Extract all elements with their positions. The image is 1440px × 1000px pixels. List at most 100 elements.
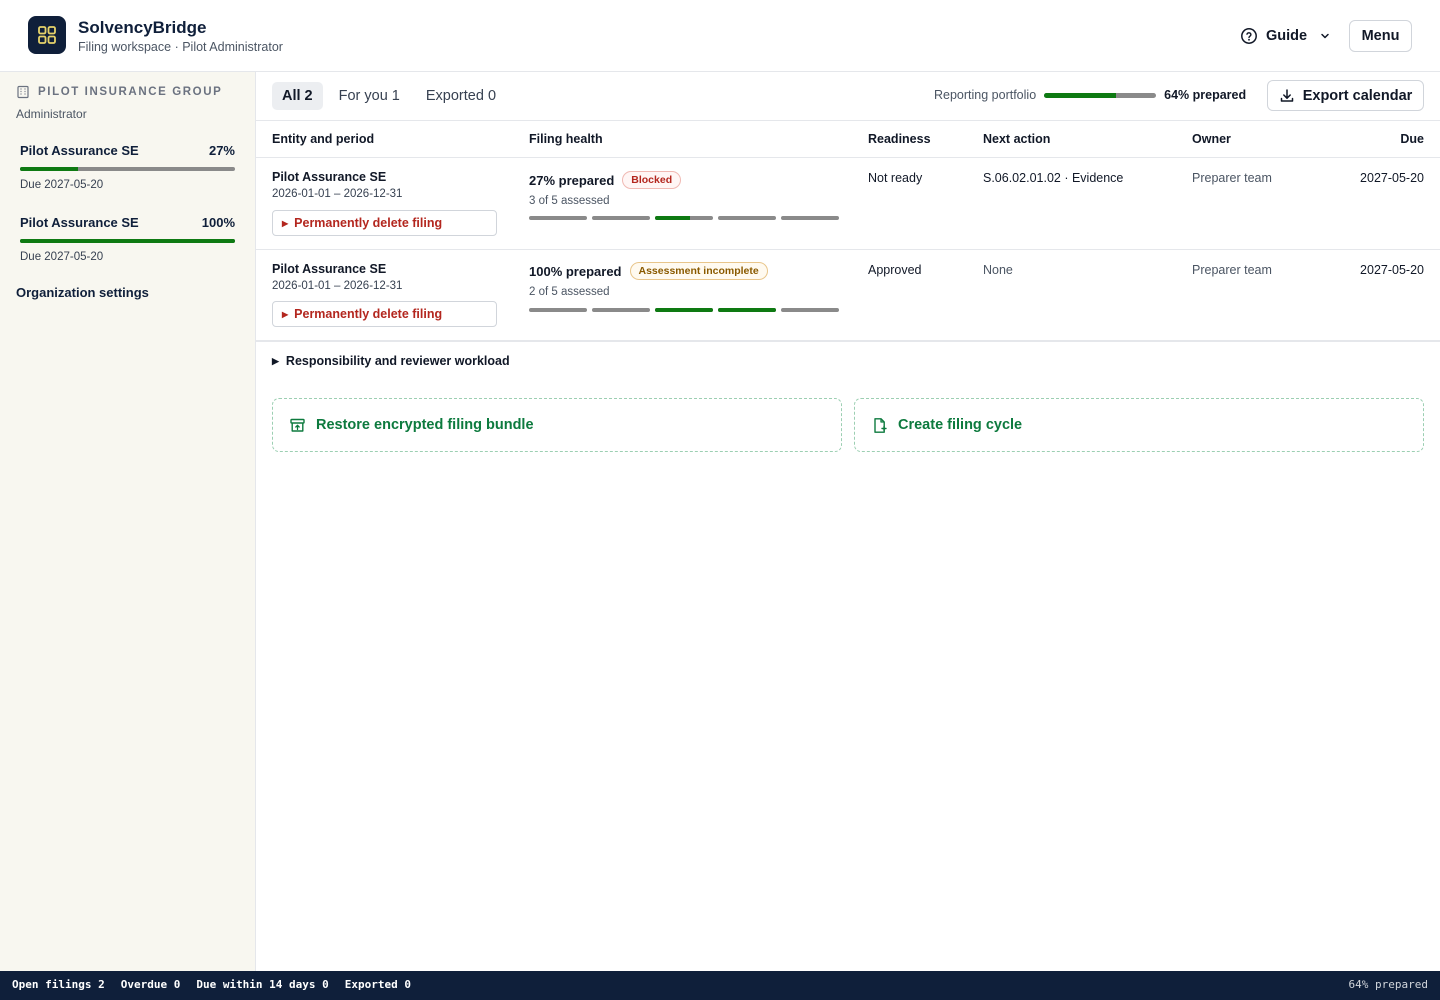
responsibility-label: Responsibility and reviewer workload <box>285 354 510 368</box>
triangle-right-icon: ▶ <box>282 218 289 228</box>
table-header: Entity and period Filing health Readines… <box>256 120 1440 158</box>
file-plus-icon <box>874 417 887 433</box>
column-due: Due <box>1400 132 1424 146</box>
assessed-count: 3 of 5 assessed <box>529 195 610 207</box>
help-circle-icon <box>1241 28 1257 44</box>
readiness-cell: Approved <box>868 263 922 277</box>
status-bar: Open filings 2 Overdue 0 Due within 14 d… <box>0 971 1440 1000</box>
delete-filing-button[interactable]: ▶ Permanently delete filing <box>272 301 497 327</box>
app-logo[interactable] <box>28 16 66 54</box>
health-segment <box>781 216 839 220</box>
column-readiness: Readiness <box>868 132 931 146</box>
tab-all[interactable]: All 2 <box>272 82 323 110</box>
health-percent: 27% prepared <box>529 172 615 188</box>
app-subtitle: Filing workspace · Pilot Administrator <box>78 40 283 54</box>
delete-filing-label: Permanently delete filing <box>294 307 443 321</box>
sidebar-progress-bar <box>20 239 235 243</box>
status-badge: Blocked <box>622 171 682 189</box>
health-segment <box>655 308 713 312</box>
portfolio-label: Reporting portfolio <box>934 88 1037 102</box>
status-prepared: 64% prepared <box>1348 978 1428 991</box>
create-filing-cycle-label: Create filing cycle <box>898 417 1023 433</box>
org-name: PILOT INSURANCE GROUP <box>38 86 223 98</box>
export-calendar-label: Export calendar <box>1302 87 1413 104</box>
due-cell: 2027-05-20 <box>1360 171 1424 185</box>
tab-exported[interactable]: Exported 0 <box>416 82 506 110</box>
entity-cell: Pilot Assurance SE 2026-01-01 – 2026-12-… <box>272 262 402 292</box>
restore-bundle-label: Restore encrypted filing bundle <box>316 417 534 433</box>
sidebar-filing-item[interactable]: Pilot Assurance SE 27% Due 2027-05-20 <box>20 143 235 191</box>
table-row[interactable]: Pilot Assurance SE 2026-01-01 – 2026-12-… <box>256 158 1440 250</box>
sidebar-filing-pct: 27% <box>208 143 235 158</box>
health-segment <box>529 216 587 220</box>
owner-cell: Preparer team <box>1192 171 1272 185</box>
entity-period: 2026-01-01 – 2026-12-31 <box>272 280 403 292</box>
filter-tabs: All 2 For you 1 Exported 0 <box>272 82 506 110</box>
status-overdue: Overdue 0 <box>120 978 181 991</box>
health-cell: 27% prepared Blocked 3 of 5 assessed <box>529 171 682 207</box>
sidebar-filing-item[interactable]: Pilot Assurance SE 100% Due 2027-05-20 <box>20 215 235 263</box>
entity-name: Pilot Assurance SE <box>272 170 387 184</box>
entity-cell: Pilot Assurance SE 2026-01-01 – 2026-12-… <box>272 170 402 200</box>
grid-icon <box>38 26 56 44</box>
app-header: SolvencyBridge Filing workspace · Pilot … <box>0 0 1440 72</box>
responsibility-disclosure[interactable]: ▶ Responsibility and reviewer workload <box>272 354 510 368</box>
sidebar-filing-name: Pilot Assurance SE <box>20 215 139 230</box>
download-icon <box>1280 88 1293 102</box>
status-open-filings: Open filings 2 <box>12 978 105 991</box>
health-segment <box>592 216 650 220</box>
health-segment <box>718 308 776 312</box>
triangle-right-icon: ▶ <box>282 309 289 319</box>
org-header: PILOT INSURANCE GROUP <box>16 85 222 99</box>
guide-label: Guide <box>1266 28 1308 44</box>
next-action-cell: None <box>983 263 1013 277</box>
health-segments <box>529 216 839 220</box>
delete-filing-label: Permanently delete filing <box>294 216 443 230</box>
table-row[interactable]: Pilot Assurance SE 2026-01-01 – 2026-12-… <box>256 250 1440 342</box>
owner-cell: Preparer team <box>1192 263 1272 277</box>
sidebar: PILOT INSURANCE GROUP Administrator Pilo… <box>0 72 256 971</box>
column-owner: Owner <box>1192 132 1231 146</box>
organization-settings-link[interactable]: Organization settings <box>16 285 149 300</box>
health-segment <box>592 308 650 312</box>
sidebar-filing-due: Due 2027-05-20 <box>20 251 104 263</box>
org-role: Administrator <box>16 107 87 121</box>
column-entity: Entity and period <box>272 132 375 146</box>
status-exported: Exported 0 <box>344 978 412 991</box>
sidebar-progress-bar <box>20 167 235 171</box>
sidebar-filing-name: Pilot Assurance SE <box>20 143 139 158</box>
portfolio-progress-bar <box>1044 92 1157 98</box>
archive-icon <box>290 418 305 432</box>
building-icon <box>17 85 29 99</box>
next-action-cell[interactable]: S.06.02.01.02 · Evidence <box>983 171 1123 185</box>
triangle-right-icon: ▶ <box>272 355 279 366</box>
export-calendar-button[interactable]: Export calendar <box>1267 80 1424 111</box>
health-segment <box>781 308 839 312</box>
readiness-cell: Not ready <box>868 171 923 185</box>
restore-bundle-button[interactable]: Restore encrypted filing bundle <box>272 398 842 452</box>
health-segment <box>529 308 587 312</box>
create-filing-cycle-button[interactable]: Create filing cycle <box>854 398 1424 452</box>
health-cell: 100% prepared Assessment incomplete 2 of… <box>529 262 768 298</box>
sidebar-filing-due: Due 2027-05-20 <box>20 179 104 191</box>
portfolio-progress-text: 64% prepared <box>1164 88 1247 102</box>
sidebar-filing-pct: 100% <box>201 215 235 230</box>
menu-button[interactable]: Menu <box>1349 20 1412 52</box>
reporting-portfolio: Reporting portfolio 64% prepared <box>934 88 1246 102</box>
due-cell: 2027-05-20 <box>1360 263 1424 277</box>
main-content: All 2 For you 1 Exported 0 Reporting por… <box>256 72 1440 971</box>
assessed-count: 2 of 5 assessed <box>529 286 610 298</box>
health-segments <box>529 308 839 312</box>
health-percent: 100% prepared <box>529 263 622 279</box>
column-next-action: Next action <box>983 132 1051 146</box>
chevron-down-icon <box>1321 33 1329 39</box>
delete-filing-button[interactable]: ▶ Permanently delete filing <box>272 210 497 236</box>
app-name: SolvencyBridge <box>78 18 207 37</box>
guide-button[interactable]: Guide <box>1240 22 1331 50</box>
entity-period: 2026-01-01 – 2026-12-31 <box>272 188 403 200</box>
entity-name: Pilot Assurance SE <box>272 262 387 276</box>
status-due-soon: Due within 14 days 0 <box>196 978 329 991</box>
health-segment <box>718 216 776 220</box>
tab-for-you[interactable]: For you 1 <box>329 82 410 110</box>
health-segment <box>655 216 713 220</box>
